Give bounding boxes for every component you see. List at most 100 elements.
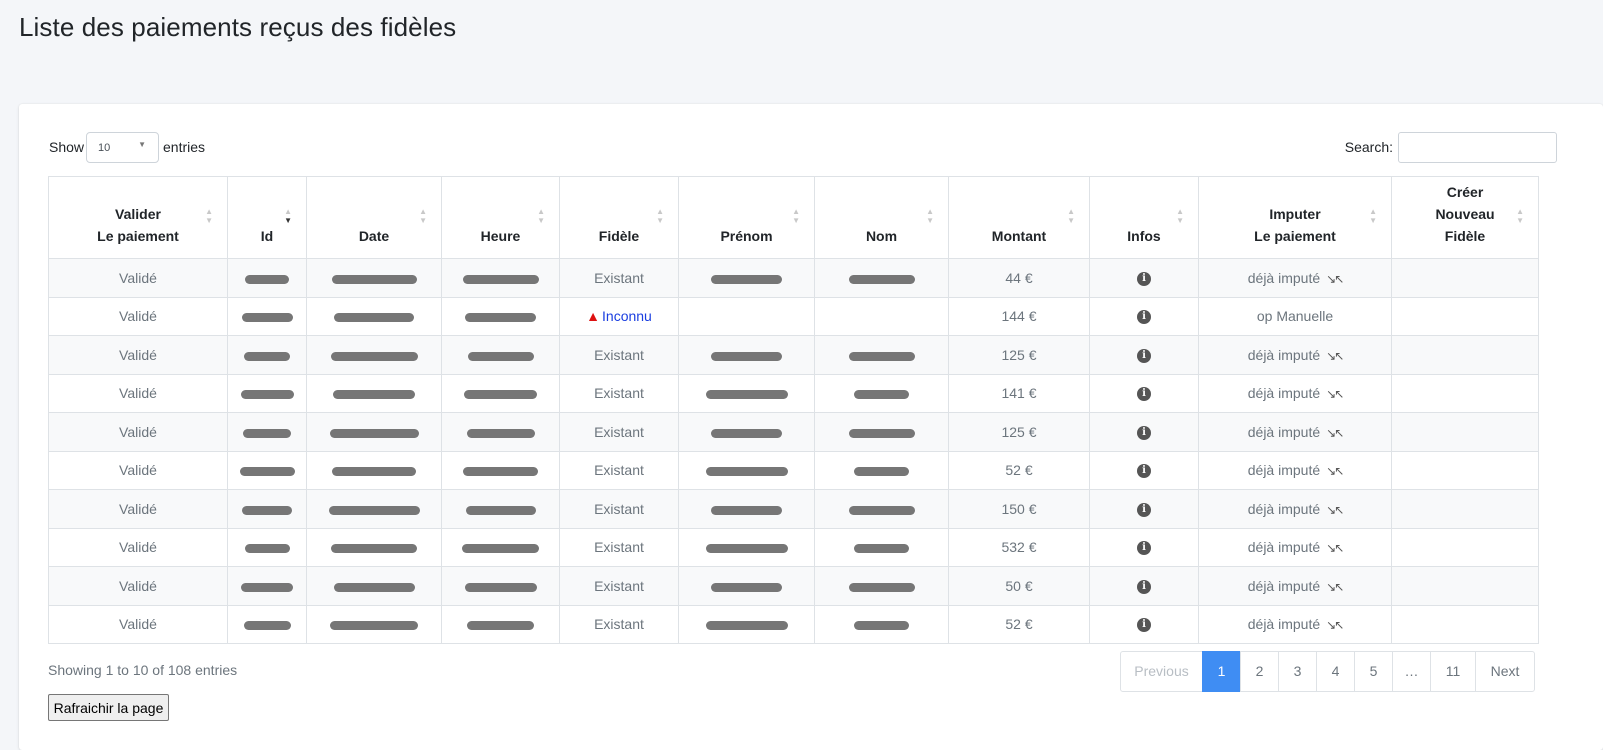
column-header[interactable]: Id ▲ ▼ bbox=[227, 176, 307, 259]
fidele-cell[interactable]: ▲ Inconnu bbox=[559, 296, 679, 336]
page-button[interactable]: 2 bbox=[1240, 651, 1279, 692]
redacted-value bbox=[243, 428, 291, 438]
nom-cell bbox=[814, 412, 949, 452]
info-icon[interactable]: i bbox=[1137, 502, 1151, 517]
info-icon[interactable]: i bbox=[1137, 310, 1151, 325]
previous-button[interactable]: Previous bbox=[1120, 651, 1203, 692]
entries-per-page-select[interactable]: 10 ▼ bbox=[86, 132, 159, 163]
create-fidele-cell bbox=[1391, 566, 1539, 606]
info-icon[interactable]: i bbox=[1137, 579, 1151, 594]
table-row: Validé ▲ Inconnu 144 € i op Manuelle bbox=[48, 296, 1539, 336]
page-button[interactable]: 3 bbox=[1278, 651, 1317, 692]
column-header-label: Le paiement bbox=[1254, 228, 1336, 244]
column-header[interactable]: Imputer Le paiement ▲ ▼ bbox=[1198, 176, 1392, 259]
refresh-page-button[interactable]: Rafraichir la page bbox=[48, 694, 169, 721]
prenom-cell bbox=[678, 566, 815, 606]
fidele-cell: Existant bbox=[559, 335, 679, 375]
info-icon[interactable]: i bbox=[1137, 541, 1151, 556]
imputer-text: déjà imputé bbox=[1247, 385, 1321, 402]
page-button[interactable]: 4 bbox=[1316, 651, 1355, 692]
page-button[interactable]: 1 bbox=[1202, 651, 1241, 692]
table-row: Validé Existant 150 € i déjà imputé ↘↖ bbox=[48, 489, 1539, 529]
redacted-value bbox=[464, 582, 537, 592]
column-header[interactable]: Prénom ▲ ▼ bbox=[678, 176, 815, 259]
column-header-label: Heure bbox=[480, 228, 521, 244]
column-header-label: Nouveau bbox=[1435, 206, 1495, 222]
column-header[interactable]: Créer Nouveau Fidèle ▲ ▼ bbox=[1391, 176, 1539, 259]
table-row: Validé Existant 125 € i déjà imputé ↘↖ bbox=[48, 335, 1539, 375]
status-cell: Validé bbox=[48, 335, 228, 375]
redacted-value bbox=[332, 467, 416, 477]
column-header[interactable]: Valider Le paiement ▲ ▼ bbox=[48, 176, 228, 259]
time-cell bbox=[441, 566, 560, 606]
page-button[interactable]: 5 bbox=[1354, 651, 1393, 692]
infos-cell: i bbox=[1089, 258, 1199, 298]
redacted-value bbox=[711, 505, 782, 515]
redacted-value bbox=[848, 274, 915, 284]
infos-cell: i bbox=[1089, 335, 1199, 375]
column-header[interactable]: Heure ▲ ▼ bbox=[441, 176, 560, 259]
nom-cell bbox=[814, 258, 949, 298]
fidele-cell: Existant bbox=[559, 258, 679, 298]
redacted-value bbox=[328, 505, 420, 515]
page-ellipsis: … bbox=[1392, 651, 1431, 692]
fidele-unknown-link[interactable]: Inconnu bbox=[602, 308, 652, 324]
info-icon[interactable]: i bbox=[1137, 425, 1151, 440]
redacted-value bbox=[705, 390, 788, 400]
create-fidele-cell bbox=[1391, 527, 1539, 567]
prenom-cell bbox=[678, 335, 815, 375]
column-header[interactable]: Date ▲ ▼ bbox=[306, 176, 442, 259]
compress-arrows-icon[interactable]: ↘↖ bbox=[1326, 349, 1344, 363]
column-header-label: Prénom bbox=[720, 228, 773, 244]
compress-arrows-icon[interactable]: ↘↖ bbox=[1326, 426, 1344, 440]
compress-arrows-icon[interactable]: ↘↖ bbox=[1326, 580, 1344, 594]
pagination: Previous 1 2 3 4 5… 11 Next bbox=[1120, 651, 1535, 692]
status-text: Validé bbox=[119, 539, 157, 556]
montant-cell: 125 € bbox=[948, 335, 1090, 375]
time-cell bbox=[441, 335, 560, 375]
column-header-label: Nom bbox=[865, 228, 898, 244]
column-header[interactable]: Nom ▲ ▼ bbox=[814, 176, 949, 259]
next-button[interactable]: Next bbox=[1475, 651, 1535, 692]
redacted-value bbox=[245, 274, 289, 284]
table-row: Validé Existant 125 € i déjà imputé ↘↖ bbox=[48, 412, 1539, 452]
compress-arrows-icon[interactable]: ↘↖ bbox=[1326, 272, 1344, 286]
search-input[interactable] bbox=[1398, 132, 1557, 163]
column-header[interactable]: Montant ▲ ▼ bbox=[948, 176, 1090, 259]
compress-arrows-icon[interactable]: ↘↖ bbox=[1326, 618, 1344, 632]
status-cell: Validé bbox=[48, 412, 228, 452]
create-fidele-cell bbox=[1391, 296, 1539, 336]
info-icon[interactable]: i bbox=[1137, 464, 1151, 479]
create-fidele-cell bbox=[1391, 450, 1539, 490]
redacted-value bbox=[239, 467, 295, 477]
time-cell bbox=[441, 527, 560, 567]
montant-text: 44 € bbox=[1005, 269, 1033, 286]
montant-cell: 52 € bbox=[948, 604, 1090, 644]
status-cell: Validé bbox=[48, 527, 228, 567]
imputer-text: déjà imputé bbox=[1247, 577, 1321, 594]
compress-arrows-icon[interactable]: ↘↖ bbox=[1326, 503, 1344, 517]
compress-arrows-icon[interactable]: ↘↖ bbox=[1326, 387, 1344, 401]
imputer-text: déjà imputé bbox=[1247, 269, 1321, 286]
date-cell bbox=[306, 566, 442, 606]
fidele-text: Existant bbox=[594, 346, 644, 363]
time-cell bbox=[441, 412, 560, 452]
infos-cell: i bbox=[1089, 527, 1199, 567]
info-icon[interactable]: i bbox=[1137, 618, 1151, 633]
info-icon[interactable]: i bbox=[1137, 348, 1151, 363]
column-header[interactable]: Fidèle ▲ ▼ bbox=[559, 176, 679, 259]
column-header-label: Imputer bbox=[1269, 206, 1321, 222]
montant-text: 50 € bbox=[1005, 577, 1033, 594]
info-icon[interactable]: i bbox=[1137, 271, 1151, 286]
compress-arrows-icon[interactable]: ↘↖ bbox=[1326, 541, 1344, 555]
redacted-value bbox=[243, 621, 291, 631]
compress-arrows-icon[interactable]: ↘↖ bbox=[1326, 464, 1344, 478]
infos-cell: i bbox=[1089, 566, 1199, 606]
column-header[interactable]: Infos ▲ ▼ bbox=[1089, 176, 1199, 259]
infos-cell: i bbox=[1089, 373, 1199, 413]
montant-cell: 141 € bbox=[948, 373, 1090, 413]
info-icon[interactable]: i bbox=[1137, 387, 1151, 402]
page-button[interactable]: 11 bbox=[1430, 651, 1476, 692]
prenom-cell bbox=[678, 489, 815, 529]
fidele-text: Existant bbox=[594, 577, 644, 594]
